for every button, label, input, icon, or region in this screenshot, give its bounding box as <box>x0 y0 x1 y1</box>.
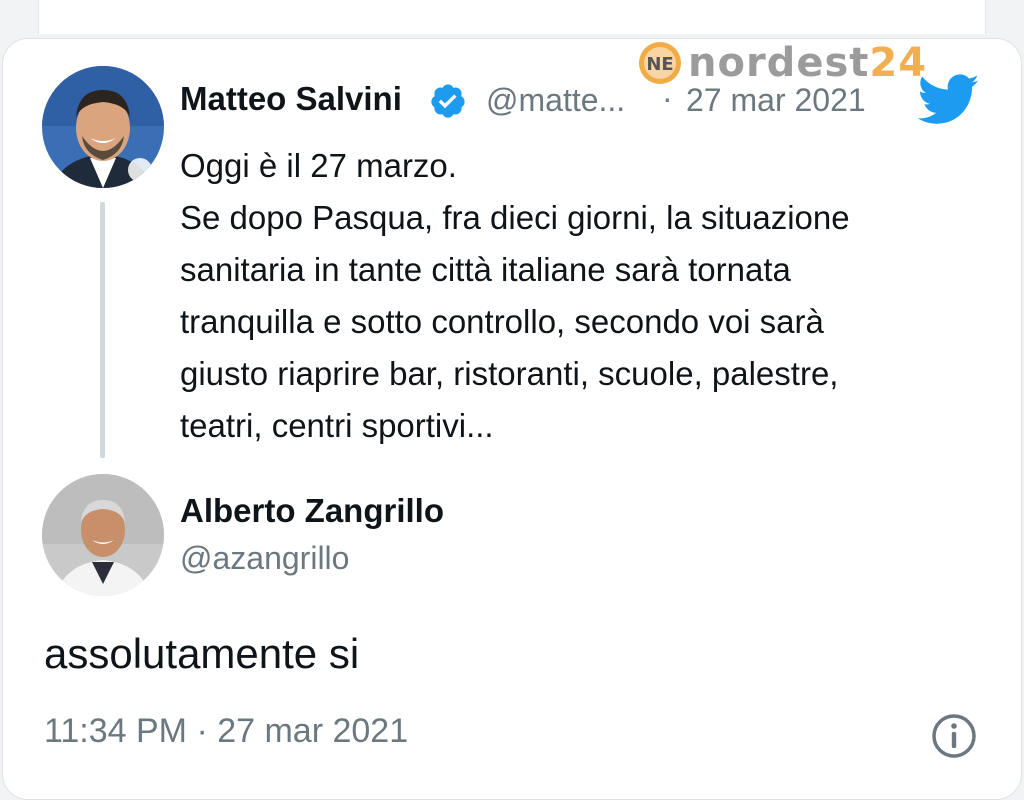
tweet-text-line: Se dopo Pasqua, fra dieci giorni, la sit… <box>180 199 850 236</box>
avatar-alberto-zangrillo[interactable] <box>42 474 164 596</box>
verified-badge-icon <box>431 84 465 118</box>
avatar-zangrillo-image <box>42 474 164 596</box>
previous-card-edge <box>38 0 986 34</box>
reply-tweet-text: assolutamente si <box>44 630 360 677</box>
avatar-salvini-image <box>42 66 164 188</box>
tweet-text-line: tranquilla e sotto controllo, secondo vo… <box>180 303 824 340</box>
separator-dot: · <box>662 80 673 116</box>
watermark-text: nordest24 <box>688 40 927 86</box>
reply-author-handle[interactable]: @azangrillo <box>180 540 349 577</box>
avatar-matteo-salvini[interactable] <box>42 66 164 188</box>
reply-timestamp[interactable]: 11:34 PM · 27 mar 2021 <box>44 712 408 751</box>
tweet-text-line: Oggi è il 27 marzo. <box>180 147 457 184</box>
thread-connector-line <box>100 202 105 458</box>
tweet-text-line: giusto riaprire bar, ristoranti, scuole,… <box>180 355 839 392</box>
watermark-brand: nordest <box>688 40 870 86</box>
twitter-bird-icon[interactable] <box>918 74 980 126</box>
quoted-author-handle[interactable]: @matte... <box>486 82 625 119</box>
quoted-author-name[interactable]: Matteo Salvini <box>180 80 402 118</box>
tweet-text-line: sanitaria in tante città italiane sarà t… <box>180 251 791 288</box>
svg-text:NE: NE <box>646 54 673 75</box>
nordest24-logo-badge: NE <box>639 42 681 84</box>
tweet-text-line: teatri, centri sportivi... <box>180 407 494 444</box>
reply-author-name[interactable]: Alberto Zangrillo <box>180 492 444 530</box>
info-icon[interactable] <box>930 712 978 760</box>
quoted-tweet-date[interactable]: 27 mar 2021 <box>686 82 866 119</box>
quoted-tweet-text: Oggi è il 27 marzo. Se dopo Pasqua, fra … <box>180 140 1000 452</box>
nordest24-watermark: NE nordest24 <box>638 40 927 86</box>
